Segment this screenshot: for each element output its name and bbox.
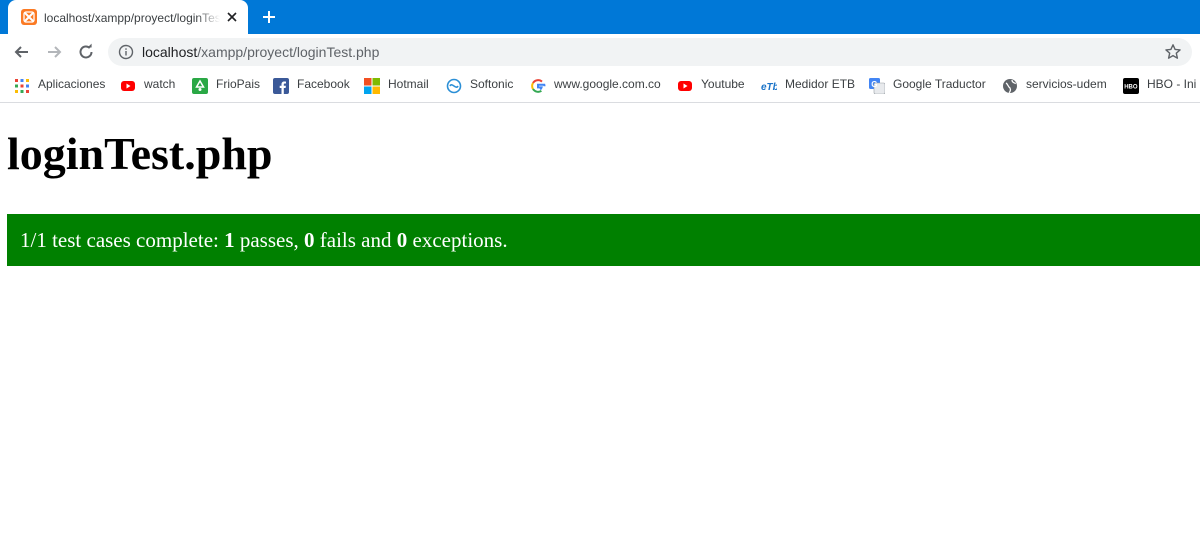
bookmark-label: Facebook <box>297 77 350 91</box>
bookmarks-bar: Aplicaciones watch FrioPais Facebook Hot… <box>0 70 1200 103</box>
back-arrow-icon[interactable] <box>12 42 32 62</box>
toolbar: localhost/xampp/proyect/loginTest.php <box>0 34 1200 70</box>
fails-label: fails and <box>314 228 397 252</box>
bookmark-label: Youtube <box>701 77 745 91</box>
bookmark-label: watch <box>144 77 176 91</box>
new-tab-icon[interactable] <box>260 8 278 26</box>
url-path: /xampp/proyect/loginTest.php <box>197 44 380 60</box>
address-bar[interactable]: localhost/xampp/proyect/loginTest.php <box>108 38 1192 66</box>
info-icon[interactable] <box>118 44 134 60</box>
svg-text:G: G <box>871 80 877 89</box>
bookmark-label: Medidor ETB <box>785 77 856 91</box>
recycle-icon <box>192 76 208 94</box>
globe-icon <box>1002 76 1018 94</box>
youtube-icon <box>677 76 693 92</box>
exceptions-count: 0 <box>396 228 408 252</box>
facebook-icon <box>273 76 289 94</box>
bookmark-label: Aplicaciones <box>38 77 106 91</box>
bookmark-label: FrioPais <box>216 77 261 91</box>
test-result-bar: 1/1 test cases complete: 1 passes, 0 fai… <box>7 214 1200 266</box>
etb-icon: eTb <box>761 76 779 93</box>
bookmark-label: HBO - Ini <box>1147 77 1197 91</box>
bookmark-label: Google Traductor <box>893 77 986 91</box>
bookmark-star-icon[interactable] <box>1164 43 1182 61</box>
tab-active[interactable]: localhost/xampp/proyect/loginTest.php <box>8 0 248 34</box>
url-host: localhost <box>142 44 198 60</box>
exceptions-label: exceptions. <box>407 228 508 252</box>
tab-strip: localhost/xampp/proyect/loginTest.php <box>0 0 1200 34</box>
xampp-icon <box>21 9 37 25</box>
bookmark-label: www.google.com.co <box>554 77 661 91</box>
url-text[interactable]: localhost/xampp/proyect/loginTest.php <box>142 38 379 66</box>
bookmark-label: Hotmail <box>388 77 429 91</box>
result-prefix: 1/1 test cases complete: <box>20 228 225 252</box>
svg-text:HBO: HBO <box>1124 85 1138 91</box>
test-result-summary: 1/1 test cases complete: 1 passes, 0 fai… <box>20 214 508 266</box>
youtube-icon <box>120 76 136 92</box>
passes-count: 1 <box>224 228 235 252</box>
bookmark-label: Softonic <box>470 77 514 91</box>
svg-text:eTb: eTb <box>761 82 777 93</box>
microsoft-icon <box>364 76 380 94</box>
softonic-icon <box>446 76 462 94</box>
passes-label: passes, <box>234 228 305 252</box>
hbo-icon: HBO <box>1123 76 1139 94</box>
apps-grid-icon <box>14 76 30 93</box>
google-translate-icon: G <box>869 76 886 95</box>
forward-arrow-icon[interactable] <box>44 42 64 62</box>
tab-title: localhost/xampp/proyect/loginTest.php <box>44 9 220 27</box>
reload-icon[interactable] <box>76 42 96 62</box>
fails-count: 0 <box>304 228 315 252</box>
page-title: loginTest.php <box>7 128 273 179</box>
google-icon <box>530 76 546 93</box>
close-icon[interactable] <box>224 9 240 25</box>
bookmark-label: servicios-udem <box>1026 77 1107 91</box>
